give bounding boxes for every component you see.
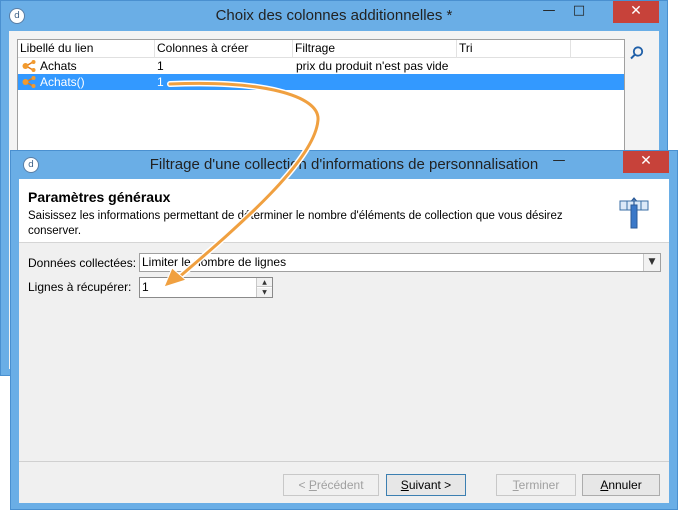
collected-data-combo[interactable]: Limiter le nombre de lignes ▼ (139, 253, 661, 272)
links-list[interactable]: Libellé du lien Colonnes à créer Filtrag… (17, 39, 625, 163)
lines-label: Lignes à récupérer: (28, 280, 132, 294)
finish-button[interactable]: Terminer (496, 474, 576, 496)
maximize-button[interactable]: □ (565, 1, 593, 23)
table-columns-icon (619, 197, 649, 229)
window-title: Filtrage d'une collection d'informations… (149, 156, 539, 173)
list-row-selected[interactable]: Achats() 1 (18, 74, 624, 90)
close-button[interactable]: ✕ (613, 1, 659, 23)
lines-stepper[interactable]: 1 ▲ ▼ (139, 277, 273, 298)
column-header-columns[interactable]: Colonnes à créer (155, 40, 293, 58)
wizard-description: Saisissez les informations permettant de… (28, 210, 563, 237)
window-client: Paramètres généraux Saisissez les inform… (19, 179, 669, 503)
list-header: Libellé du lien Colonnes à créer Filtrag… (18, 40, 624, 58)
wizard-title: Paramètres généraux (28, 189, 171, 205)
search-icon[interactable] (629, 45, 645, 61)
stepper-down-icon[interactable]: ▼ (257, 288, 272, 297)
row-columns: 1 (157, 75, 164, 89)
separator (19, 461, 669, 462)
collected-data-label: Données collectées: (28, 256, 137, 270)
title-bar[interactable]: d Filtrage d'une collection d'informatio… (11, 151, 677, 179)
row-label: Achats() (40, 75, 85, 89)
title-bar[interactable]: d Choix des colonnes additionnelles * — … (1, 1, 667, 31)
minimize-button[interactable]: — (545, 151, 573, 173)
lines-value: 1 (142, 280, 149, 294)
wizard-header: Paramètres généraux Saisissez les inform… (19, 179, 669, 243)
previous-button[interactable]: < Précédent (283, 474, 379, 496)
stepper-buttons: ▲ ▼ (256, 278, 272, 297)
column-header-filter[interactable]: Filtrage (293, 40, 457, 58)
collected-data-value: Limiter le nombre de lignes (142, 255, 287, 269)
chevron-down-icon[interactable]: ▼ (643, 254, 660, 271)
link-icon (22, 60, 36, 72)
row-filter: prix du produit n'est pas vide (296, 59, 449, 73)
next-button[interactable]: Suivant > (386, 474, 466, 496)
link-icon (22, 76, 36, 88)
stepper-up-icon[interactable]: ▲ (257, 278, 272, 287)
row-columns: 1 (157, 59, 164, 73)
collection-filter-window: d Filtrage d'une collection d'informatio… (10, 150, 678, 510)
cancel-button[interactable]: Annuler (582, 474, 660, 496)
column-header-label[interactable]: Libellé du lien (18, 40, 155, 58)
column-header-sort[interactable]: Tri (457, 40, 571, 58)
close-button[interactable]: ✕ (623, 151, 669, 173)
list-row[interactable]: Achats 1 prix du produit n'est pas vide (18, 58, 624, 74)
minimize-button[interactable]: — (535, 1, 563, 23)
row-label: Achats (40, 59, 77, 73)
